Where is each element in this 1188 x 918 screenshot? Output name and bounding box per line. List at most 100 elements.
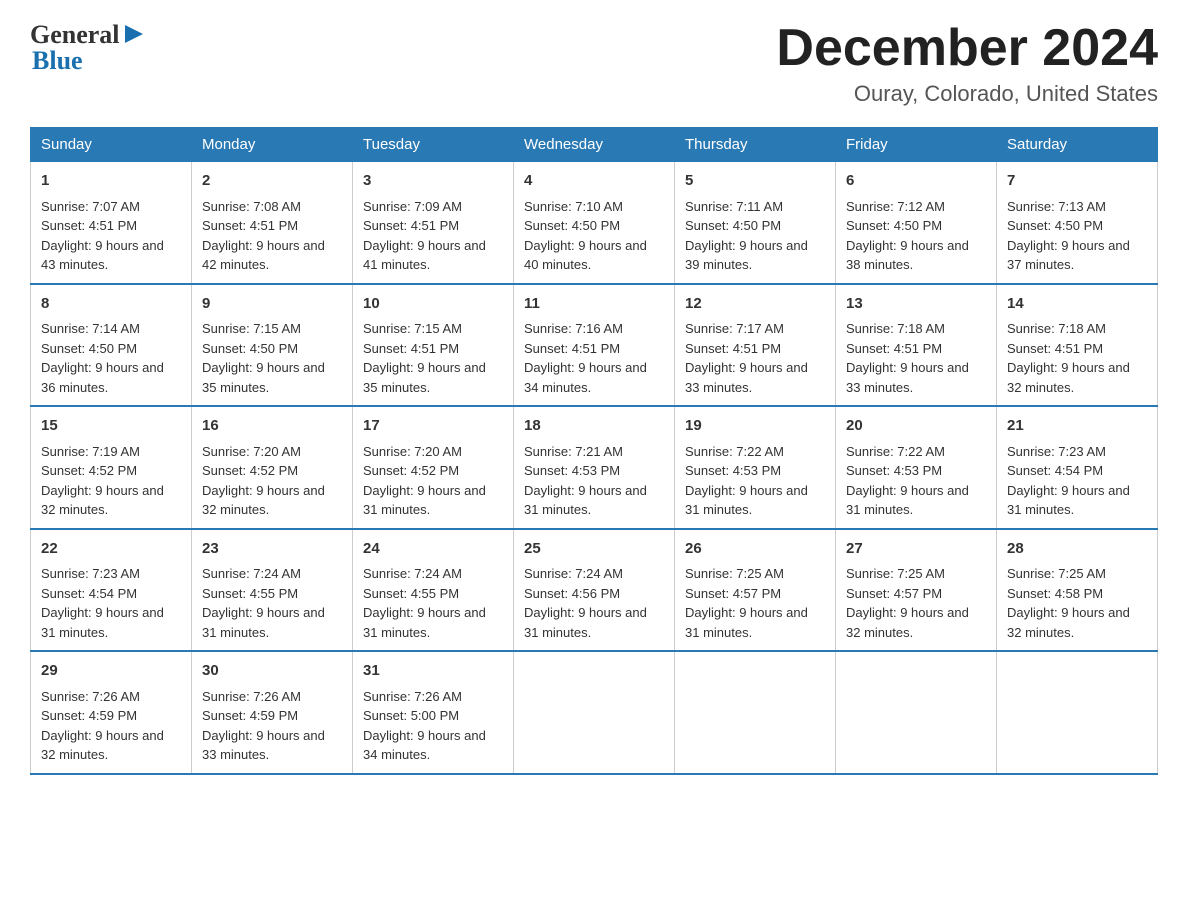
calendar-cell: 24 Sunrise: 7:24 AM Sunset: 4:55 PM Dayl… bbox=[353, 529, 514, 652]
daylight-text: Daylight: 9 hours and 43 minutes. bbox=[41, 238, 164, 273]
sunset-text: Sunset: 4:54 PM bbox=[41, 586, 137, 601]
daylight-text: Daylight: 9 hours and 37 minutes. bbox=[1007, 238, 1130, 273]
calendar-cell: 4 Sunrise: 7:10 AM Sunset: 4:50 PM Dayli… bbox=[514, 162, 675, 284]
sunrise-text: Sunrise: 7:18 AM bbox=[1007, 321, 1106, 336]
day-number: 6 bbox=[846, 170, 986, 193]
sunrise-text: Sunrise: 7:20 AM bbox=[363, 444, 462, 459]
day-number: 20 bbox=[846, 415, 986, 438]
calendar-cell: 30 Sunrise: 7:26 AM Sunset: 4:59 PM Dayl… bbox=[192, 651, 353, 774]
sunset-text: Sunset: 4:52 PM bbox=[202, 463, 298, 478]
daylight-text: Daylight: 9 hours and 38 minutes. bbox=[846, 238, 969, 273]
daylight-text: Daylight: 9 hours and 33 minutes. bbox=[202, 728, 325, 763]
sunrise-text: Sunrise: 7:20 AM bbox=[202, 444, 301, 459]
day-number: 13 bbox=[846, 293, 986, 316]
sunset-text: Sunset: 4:51 PM bbox=[524, 341, 620, 356]
calendar-cell: 17 Sunrise: 7:20 AM Sunset: 4:52 PM Dayl… bbox=[353, 406, 514, 529]
sunrise-text: Sunrise: 7:26 AM bbox=[202, 689, 301, 704]
daylight-text: Daylight: 9 hours and 42 minutes. bbox=[202, 238, 325, 273]
calendar-cell: 11 Sunrise: 7:16 AM Sunset: 4:51 PM Dayl… bbox=[514, 284, 675, 407]
day-number: 28 bbox=[1007, 538, 1147, 561]
daylight-text: Daylight: 9 hours and 32 minutes. bbox=[202, 483, 325, 518]
sunset-text: Sunset: 4:50 PM bbox=[41, 341, 137, 356]
sunrise-text: Sunrise: 7:13 AM bbox=[1007, 199, 1106, 214]
sunrise-text: Sunrise: 7:25 AM bbox=[1007, 566, 1106, 581]
calendar-week-row: 1 Sunrise: 7:07 AM Sunset: 4:51 PM Dayli… bbox=[31, 162, 1158, 284]
sunset-text: Sunset: 4:55 PM bbox=[202, 586, 298, 601]
col-wednesday: Wednesday bbox=[514, 128, 675, 162]
sunrise-text: Sunrise: 7:23 AM bbox=[41, 566, 140, 581]
calendar-cell: 6 Sunrise: 7:12 AM Sunset: 4:50 PM Dayli… bbox=[836, 162, 997, 284]
daylight-text: Daylight: 9 hours and 35 minutes. bbox=[363, 360, 486, 395]
day-number: 9 bbox=[202, 293, 342, 316]
calendar-cell: 26 Sunrise: 7:25 AM Sunset: 4:57 PM Dayl… bbox=[675, 529, 836, 652]
day-number: 25 bbox=[524, 538, 664, 561]
sunset-text: Sunset: 4:58 PM bbox=[1007, 586, 1103, 601]
day-number: 19 bbox=[685, 415, 825, 438]
daylight-text: Daylight: 9 hours and 40 minutes. bbox=[524, 238, 647, 273]
sunrise-text: Sunrise: 7:26 AM bbox=[41, 689, 140, 704]
sunset-text: Sunset: 4:52 PM bbox=[363, 463, 459, 478]
calendar-cell: 19 Sunrise: 7:22 AM Sunset: 4:53 PM Dayl… bbox=[675, 406, 836, 529]
calendar-cell: 7 Sunrise: 7:13 AM Sunset: 4:50 PM Dayli… bbox=[997, 162, 1158, 284]
sunrise-text: Sunrise: 7:18 AM bbox=[846, 321, 945, 336]
sunset-text: Sunset: 4:59 PM bbox=[41, 708, 137, 723]
sunset-text: Sunset: 4:52 PM bbox=[41, 463, 137, 478]
calendar-cell: 31 Sunrise: 7:26 AM Sunset: 5:00 PM Dayl… bbox=[353, 651, 514, 774]
sunset-text: Sunset: 4:51 PM bbox=[1007, 341, 1103, 356]
calendar-cell: 16 Sunrise: 7:20 AM Sunset: 4:52 PM Dayl… bbox=[192, 406, 353, 529]
day-number: 3 bbox=[363, 170, 503, 193]
sunrise-text: Sunrise: 7:19 AM bbox=[41, 444, 140, 459]
calendar-week-row: 15 Sunrise: 7:19 AM Sunset: 4:52 PM Dayl… bbox=[31, 406, 1158, 529]
daylight-text: Daylight: 9 hours and 39 minutes. bbox=[685, 238, 808, 273]
daylight-text: Daylight: 9 hours and 34 minutes. bbox=[363, 728, 486, 763]
calendar-cell: 13 Sunrise: 7:18 AM Sunset: 4:51 PM Dayl… bbox=[836, 284, 997, 407]
sunset-text: Sunset: 4:53 PM bbox=[685, 463, 781, 478]
sunset-text: Sunset: 4:57 PM bbox=[685, 586, 781, 601]
sunset-text: Sunset: 4:50 PM bbox=[202, 341, 298, 356]
calendar-cell: 9 Sunrise: 7:15 AM Sunset: 4:50 PM Dayli… bbox=[192, 284, 353, 407]
sunrise-text: Sunrise: 7:15 AM bbox=[202, 321, 301, 336]
day-number: 1 bbox=[41, 170, 181, 193]
sunset-text: Sunset: 4:53 PM bbox=[524, 463, 620, 478]
sunrise-text: Sunrise: 7:16 AM bbox=[524, 321, 623, 336]
calendar-cell: 23 Sunrise: 7:24 AM Sunset: 4:55 PM Dayl… bbox=[192, 529, 353, 652]
day-number: 16 bbox=[202, 415, 342, 438]
sunset-text: Sunset: 4:51 PM bbox=[685, 341, 781, 356]
day-number: 31 bbox=[363, 660, 503, 683]
day-number: 2 bbox=[202, 170, 342, 193]
calendar-cell: 14 Sunrise: 7:18 AM Sunset: 4:51 PM Dayl… bbox=[997, 284, 1158, 407]
sunset-text: Sunset: 4:51 PM bbox=[202, 218, 298, 233]
col-saturday: Saturday bbox=[997, 128, 1158, 162]
sunrise-text: Sunrise: 7:14 AM bbox=[41, 321, 140, 336]
sunset-text: Sunset: 4:51 PM bbox=[363, 218, 459, 233]
calendar-cell: 5 Sunrise: 7:11 AM Sunset: 4:50 PM Dayli… bbox=[675, 162, 836, 284]
sunset-text: Sunset: 4:51 PM bbox=[846, 341, 942, 356]
day-number: 23 bbox=[202, 538, 342, 561]
sunrise-text: Sunrise: 7:22 AM bbox=[685, 444, 784, 459]
col-sunday: Sunday bbox=[31, 128, 192, 162]
sunset-text: Sunset: 4:50 PM bbox=[524, 218, 620, 233]
sunrise-text: Sunrise: 7:08 AM bbox=[202, 199, 301, 214]
logo-text-blue: Blue bbox=[32, 46, 145, 76]
daylight-text: Daylight: 9 hours and 31 minutes. bbox=[524, 605, 647, 640]
daylight-text: Daylight: 9 hours and 41 minutes. bbox=[363, 238, 486, 273]
day-number: 5 bbox=[685, 170, 825, 193]
day-number: 15 bbox=[41, 415, 181, 438]
day-number: 22 bbox=[41, 538, 181, 561]
sunrise-text: Sunrise: 7:10 AM bbox=[524, 199, 623, 214]
daylight-text: Daylight: 9 hours and 34 minutes. bbox=[524, 360, 647, 395]
sunrise-text: Sunrise: 7:11 AM bbox=[685, 199, 783, 214]
daylight-text: Daylight: 9 hours and 32 minutes. bbox=[1007, 605, 1130, 640]
day-number: 29 bbox=[41, 660, 181, 683]
location: Ouray, Colorado, United States bbox=[776, 81, 1158, 107]
sunrise-text: Sunrise: 7:15 AM bbox=[363, 321, 462, 336]
daylight-text: Daylight: 9 hours and 31 minutes. bbox=[846, 483, 969, 518]
sunrise-text: Sunrise: 7:23 AM bbox=[1007, 444, 1106, 459]
sunrise-text: Sunrise: 7:25 AM bbox=[846, 566, 945, 581]
day-number: 17 bbox=[363, 415, 503, 438]
month-title: December 2024 bbox=[776, 20, 1158, 77]
calendar-cell: 10 Sunrise: 7:15 AM Sunset: 4:51 PM Dayl… bbox=[353, 284, 514, 407]
daylight-text: Daylight: 9 hours and 31 minutes. bbox=[363, 605, 486, 640]
calendar-cell: 20 Sunrise: 7:22 AM Sunset: 4:53 PM Dayl… bbox=[836, 406, 997, 529]
daylight-text: Daylight: 9 hours and 32 minutes. bbox=[41, 483, 164, 518]
